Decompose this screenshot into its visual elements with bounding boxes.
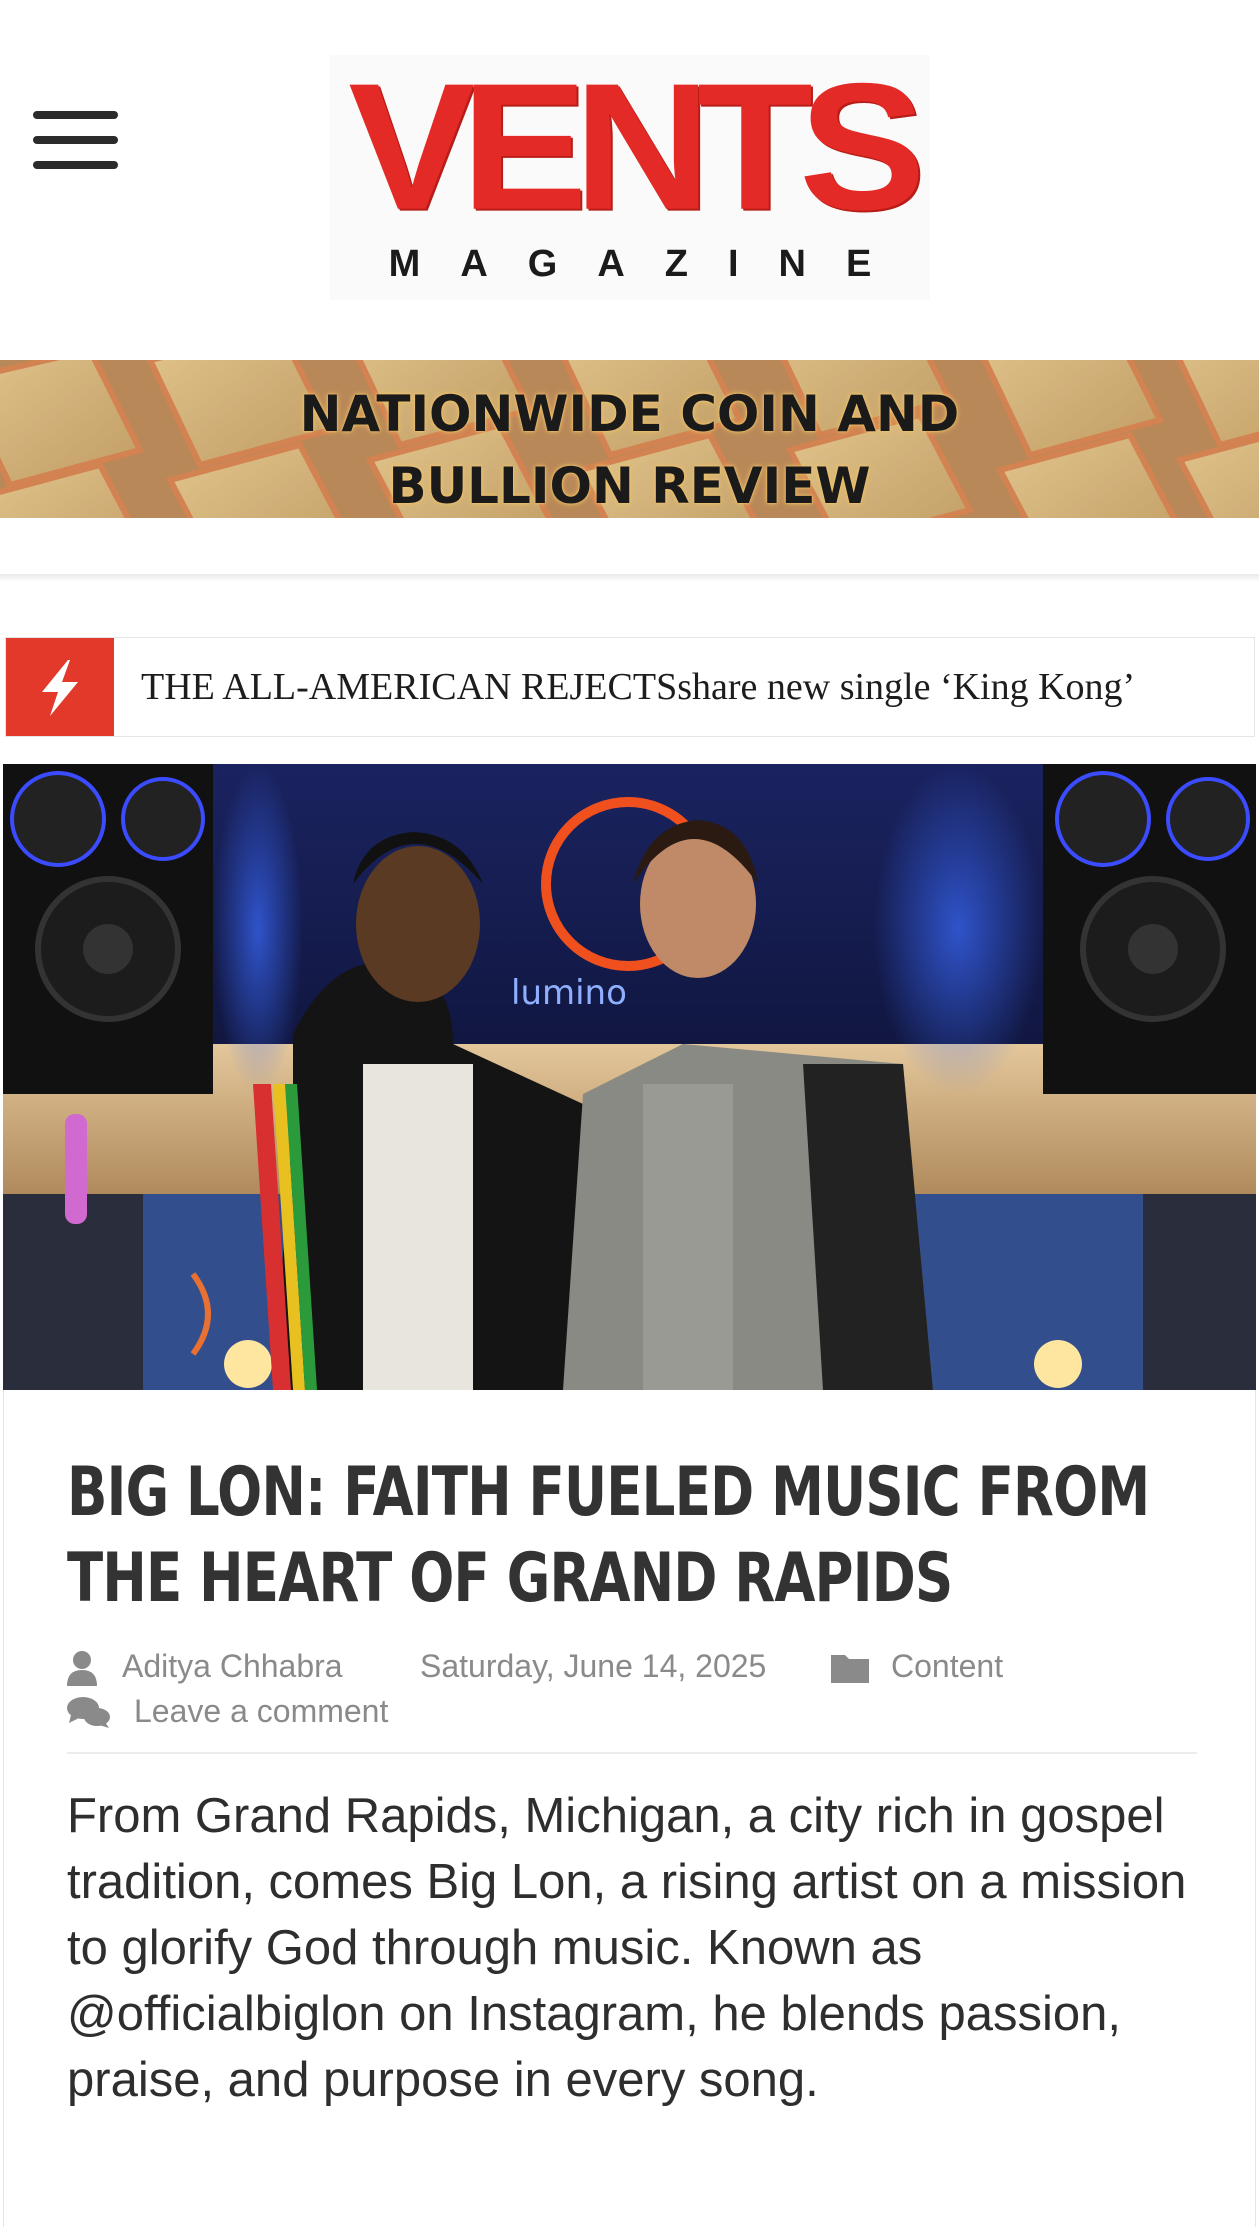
lightning-bolt-icon	[6, 638, 114, 736]
featured-image: lumino	[3, 764, 1256, 1390]
comments-icon	[67, 1695, 111, 1731]
header-divider	[0, 574, 1259, 582]
site-header: VENTS MAGAZINE	[0, 0, 1259, 360]
meta-divider	[67, 1752, 1197, 1754]
category-link[interactable]: Content	[891, 1644, 1003, 1689]
advert-banner[interactable]: NATIONWIDE COIN AND BULLION REVIEW	[0, 360, 1259, 518]
article-title[interactable]: BIG LON: FAITH FUELED MUSIC FROM THE HEA…	[67, 1450, 1206, 1622]
site-logo[interactable]: VENTS MAGAZINE	[330, 55, 930, 300]
ticker-headline-link[interactable]: THE ALL-AMERICAN REJECTSshare new single…	[141, 662, 1135, 712]
banner-line-1: NATIONWIDE COIN AND	[299, 385, 960, 443]
publish-date[interactable]: Saturday, June 14, 2025	[420, 1644, 766, 1689]
logo-subtitle: MAGAZINE	[388, 243, 912, 285]
banner-line-2: BULLION REVIEW	[388, 457, 871, 515]
author-link[interactable]: Aditya Chhabra	[122, 1644, 343, 1689]
folder-icon	[831, 1650, 869, 1686]
article-body: From Grand Rapids, Michigan, a city rich…	[67, 1789, 1187, 2107]
leave-comment-link[interactable]: Leave a comment	[134, 1689, 388, 1734]
news-ticker[interactable]: THE ALL-AMERICAN REJECTSshare new single…	[5, 637, 1255, 737]
article-card: BIG LON: FAITH FUELED MUSIC FROM THE HEA…	[3, 1390, 1256, 2227]
user-icon	[67, 1650, 103, 1686]
svg-text:lumino: lumino	[511, 973, 627, 1013]
logo-wordmark: VENTS	[348, 46, 925, 248]
banner-headline: NATIONWIDE COIN AND BULLION REVIEW	[0, 378, 1259, 518]
hamburger-menu-icon[interactable]	[33, 108, 118, 170]
